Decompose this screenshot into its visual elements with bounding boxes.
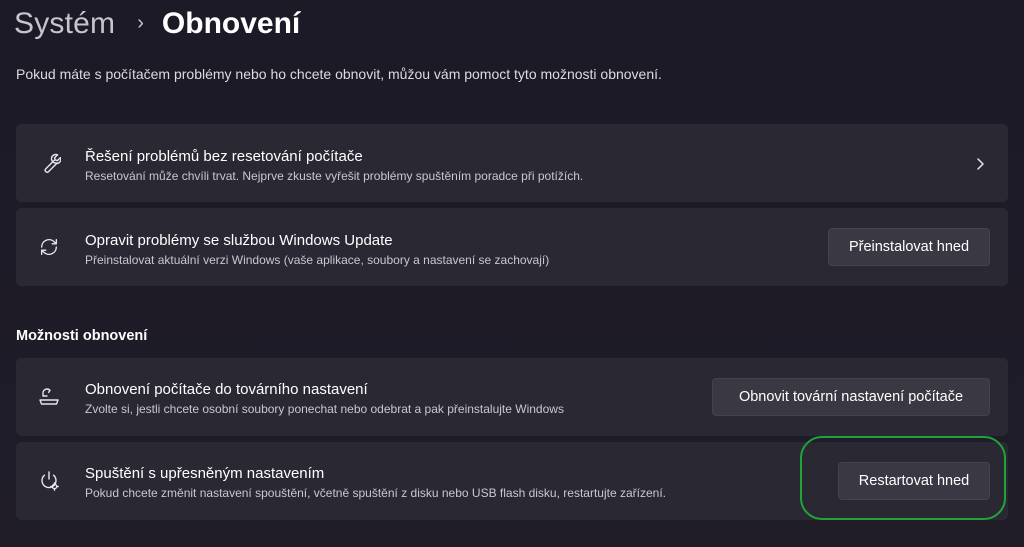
intro-text: Pokud máte s počítačem problémy nebo ho … — [16, 66, 662, 82]
advanced-startup-icon — [36, 468, 62, 494]
troubleshoot-card[interactable]: Řešení problémů bez resetování počítače … — [16, 124, 1008, 202]
advanced-startup-title: Spuštění s upřesněným nastavením — [85, 465, 325, 482]
page-title: Obnovení — [161, 7, 301, 40]
section-title-recovery-options: Možnosti obnovení — [16, 328, 148, 344]
reset-pc-icon — [36, 384, 62, 410]
chevron-right-icon[interactable] — [972, 156, 988, 172]
windows-update-description: Přeinstalovat aktuální verzi Windows (va… — [85, 253, 550, 267]
wrench-icon — [36, 150, 62, 176]
troubleshoot-title: Řešení problémů bez resetování počítače — [85, 148, 363, 165]
reset-pc-title: Obnovení počítače do továrního nastavení — [85, 381, 368, 398]
reset-pc-description: Zvolte si, jestli chcete osobní soubory … — [85, 402, 564, 416]
troubleshoot-description: Resetování může chvíli trvat. Nejprve zk… — [85, 169, 584, 183]
breadcrumb-separator-icon: › — [137, 11, 144, 34]
reset-pc-card: Obnovení počítače do továrního nastavení… — [16, 358, 1008, 436]
windows-update-title: Opravit problémy se službou Windows Upda… — [85, 232, 393, 249]
windows-update-card: Opravit problémy se službou Windows Upda… — [16, 208, 1008, 286]
advanced-startup-card: Spuštění s upřesněným nastavením Pokud c… — [16, 442, 1008, 520]
breadcrumb: Systém › Obnovení — [14, 0, 300, 48]
reset-pc-button[interactable]: Obnovit tovární nastavení počítače — [712, 378, 990, 416]
refresh-icon — [36, 234, 62, 260]
restart-now-button[interactable]: Restartovat hned — [838, 462, 990, 500]
advanced-startup-description: Pokud chcete změnit nastavení spouštění,… — [85, 486, 666, 500]
reinstall-now-button[interactable]: Přeinstalovat hned — [828, 228, 990, 266]
breadcrumb-parent-system[interactable]: Systém — [14, 7, 115, 41]
